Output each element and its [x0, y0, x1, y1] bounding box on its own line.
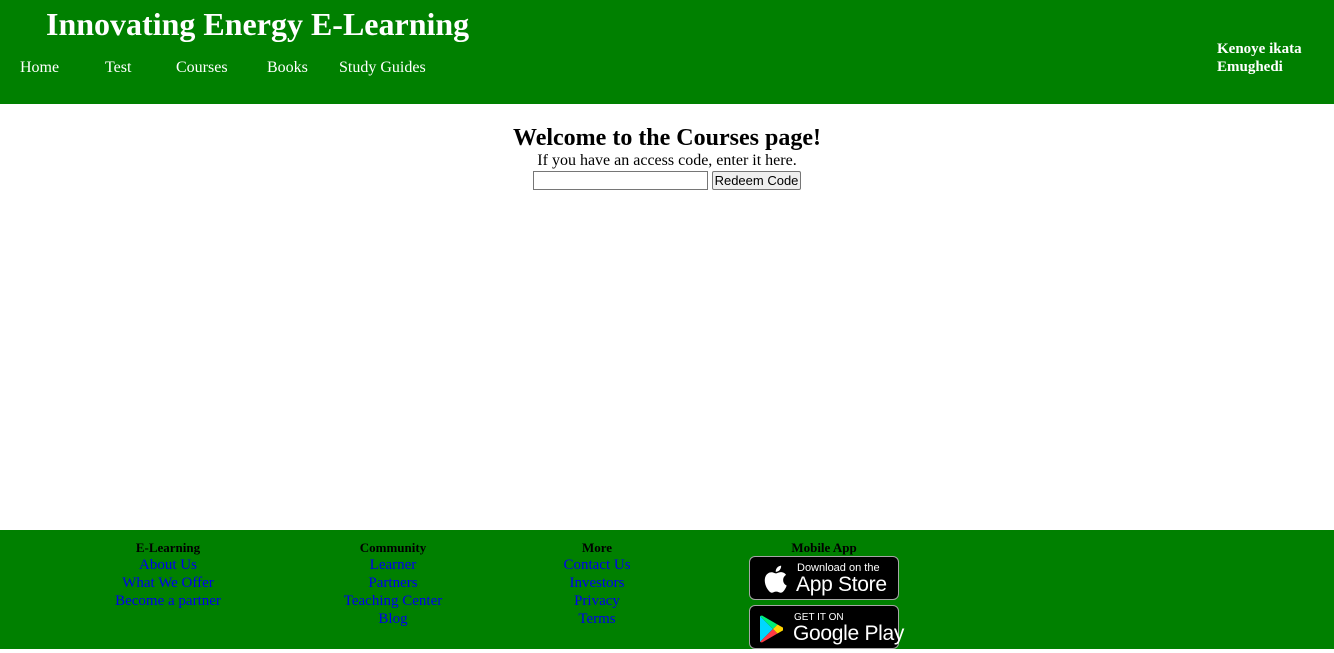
footer-link-terms[interactable]: Terms — [497, 610, 697, 628]
app-store-big-text: App Store — [796, 573, 887, 596]
footer-link-become-partner[interactable]: Become a partner — [68, 592, 268, 610]
main-content: Welcome to the Courses page! If you have… — [0, 104, 1334, 191]
footer-heading-mobile-app: Mobile App — [791, 540, 857, 555]
footer-column-elearning: E-Learning About Us What We Offer Become… — [68, 540, 268, 610]
nav-home[interactable]: Home — [20, 59, 59, 77]
footer-link-about-us[interactable]: About Us — [68, 556, 268, 574]
footer-column-more: More Contact Us Investors Privacy Terms — [497, 540, 697, 628]
site-header: Innovating Energy E-Learning Home Test C… — [0, 0, 1334, 104]
site-footer: E-Learning About Us What We Offer Become… — [0, 530, 1334, 649]
user-name[interactable]: Kenoye ikata Emughedi — [1217, 40, 1327, 76]
access-code-instructions: If you have an access code, enter it her… — [537, 152, 797, 169]
google-play-icon — [760, 615, 783, 643]
access-code-input[interactable] — [532, 171, 708, 190]
footer-link-privacy[interactable]: Privacy — [497, 592, 697, 610]
site-title: Innovating Energy E-Learning — [46, 6, 470, 42]
footer-link-teaching-center[interactable]: Teaching Center — [293, 592, 493, 610]
footer-heading-more: More — [581, 540, 613, 555]
apple-icon — [764, 565, 787, 593]
nav-study-guides[interactable]: Study Guides — [339, 59, 426, 77]
google-play-big-text: Google Play — [793, 622, 905, 645]
footer-link-what-we-offer[interactable]: What We Offer — [68, 574, 268, 592]
footer-heading-community: Community — [359, 540, 427, 555]
footer-link-contact-us[interactable]: Contact Us — [497, 556, 697, 574]
footer-column-mobile-app: Mobile App Download on the App Store GET… — [749, 540, 904, 649]
google-play-badge[interactable]: GET IT ON Google Play — [749, 605, 904, 649]
redeem-code-button[interactable]: Redeem Code — [711, 171, 802, 190]
footer-link-learner[interactable]: Learner — [293, 556, 493, 574]
footer-link-investors[interactable]: Investors — [497, 574, 697, 592]
redeem-form: Redeem Code — [0, 171, 1334, 191]
app-store-badge[interactable]: Download on the App Store — [749, 556, 899, 600]
nav-books[interactable]: Books — [267, 59, 308, 77]
footer-column-community: Community Learner Partners Teaching Cent… — [293, 540, 493, 628]
page-heading: Welcome to the Courses page! — [513, 125, 821, 151]
nav-test[interactable]: Test — [105, 59, 131, 77]
nav-courses[interactable]: Courses — [176, 59, 228, 77]
footer-heading-elearning: E-Learning — [135, 540, 201, 555]
footer-link-partners[interactable]: Partners — [293, 574, 493, 592]
footer-link-blog[interactable]: Blog — [293, 610, 493, 628]
